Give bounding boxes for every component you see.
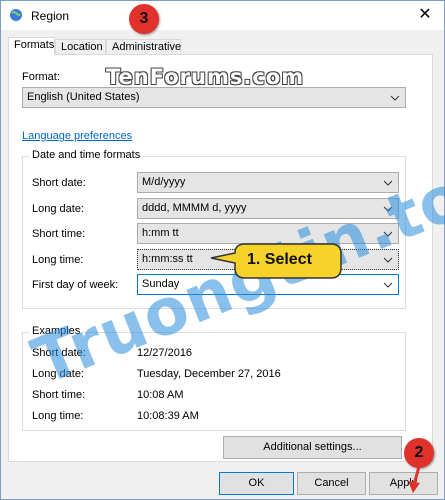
cancel-button[interactable]: Cancel: [297, 472, 366, 495]
long-date-value: dddd, MMMM d, yyyy: [142, 202, 247, 214]
short-date-select[interactable]: M/d/yyyy: [137, 172, 399, 193]
example-long-time-value: 10:08:39 AM: [137, 410, 199, 422]
region-dialog: Region ✕ Formats Location Administrative…: [0, 0, 445, 500]
tab-location[interactable]: Location: [55, 39, 106, 55]
language-preferences-link[interactable]: Language preferences: [22, 130, 132, 142]
long-date-label: Long date:: [32, 203, 84, 215]
ok-button[interactable]: OK: [219, 472, 294, 495]
short-time-label: Short time:: [32, 228, 86, 240]
example-long-date-value: Tuesday, December 27, 2016: [137, 368, 281, 380]
additional-settings-button[interactable]: Additional settings...: [223, 436, 402, 459]
title-bar: Region ✕: [1, 1, 444, 30]
short-date-label: Short date:: [32, 177, 86, 189]
tab-formats[interactable]: Formats: [8, 37, 55, 56]
date-time-formats-title: Date and time formats: [29, 149, 144, 161]
example-long-time-label: Long time:: [32, 410, 84, 422]
tenforums-watermark: TenForums.com: [106, 65, 305, 89]
region-app-icon: [9, 8, 23, 22]
step-3-badge: 3: [129, 4, 159, 34]
chevron-down-icon: [382, 275, 394, 294]
format-select-value: English (United States): [27, 91, 140, 103]
apply-button[interactable]: Apply: [369, 472, 438, 495]
long-time-value: h:mm:ss tt: [142, 253, 193, 265]
chevron-down-icon: [389, 88, 401, 107]
select-callout: 1. Select: [205, 241, 345, 281]
short-time-value: h:mm tt: [142, 227, 179, 239]
window-title: Region: [31, 9, 70, 23]
select-callout-text: 1. Select: [247, 251, 312, 268]
step-2-arrow: [408, 463, 422, 493]
long-time-label: Long time:: [32, 254, 84, 266]
format-select[interactable]: English (United States): [22, 87, 406, 108]
example-short-time-value: 10:08 AM: [137, 389, 184, 401]
tab-administrative[interactable]: Administrative: [106, 39, 181, 55]
first-day-of-week-label: First day of week:: [32, 279, 119, 291]
short-date-value: M/d/yyyy: [142, 176, 186, 188]
format-label: Format:: [22, 71, 60, 83]
close-icon[interactable]: ✕: [414, 5, 436, 25]
